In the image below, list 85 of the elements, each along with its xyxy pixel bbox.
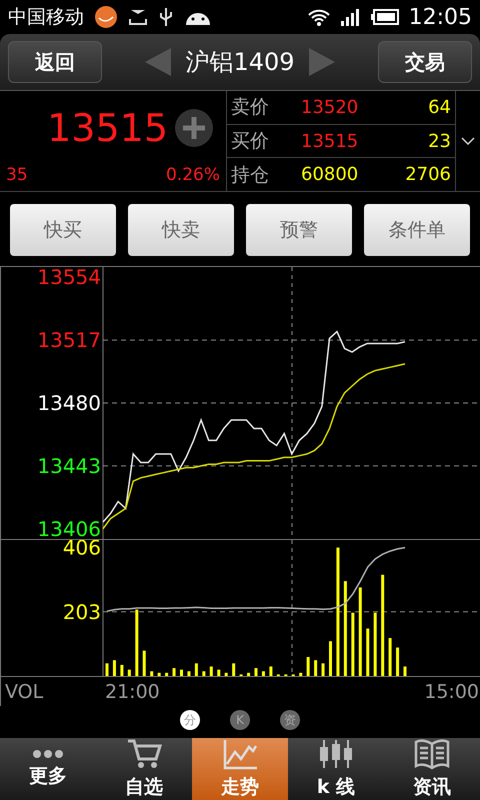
change-percent: 0.26% <box>166 165 220 185</box>
quote-amount: 23 <box>427 130 451 152</box>
volume-bar <box>194 663 198 676</box>
quote-label: 持仓 <box>231 162 270 188</box>
app-icon <box>94 5 118 29</box>
carrier-name: 中国移动 <box>8 5 84 30</box>
volume-bar <box>158 672 161 676</box>
line-chart-icon <box>222 738 258 770</box>
quote-value: 13515 <box>301 130 360 152</box>
volume-bar <box>299 672 302 676</box>
volume-bar <box>351 612 354 676</box>
action-button[interactable]: 快卖 <box>128 204 234 256</box>
contract-title: 沪铝1409 <box>185 47 295 78</box>
signal-icon <box>340 8 361 26</box>
volume-bar <box>172 668 176 676</box>
series-label: VOL <box>5 681 44 703</box>
volume-bar <box>232 663 236 676</box>
axis-label: 13480 <box>37 391 101 415</box>
volume-bar <box>374 612 377 676</box>
nav-tab[interactable]: k 线 <box>288 738 384 800</box>
chevron-down-icon[interactable] <box>461 137 475 145</box>
volume-bar <box>314 660 318 676</box>
volume-bar <box>269 666 272 676</box>
volume-bar <box>262 671 265 676</box>
more-icon <box>32 749 64 759</box>
add-icon[interactable] <box>174 108 214 148</box>
action-button[interactable]: 快买 <box>10 204 116 256</box>
volume-bar <box>180 670 183 676</box>
battery-icon <box>370 9 399 25</box>
volume-bar <box>254 668 258 676</box>
volume-bar <box>128 670 131 676</box>
volume-bar <box>142 650 146 676</box>
volume-bar <box>322 663 325 676</box>
quote-label: 买价 <box>231 129 270 154</box>
time-label: 21:00 <box>105 681 160 703</box>
volume-bar <box>247 672 250 676</box>
volume-bar <box>202 671 206 676</box>
volume-bar <box>388 638 392 676</box>
notification-icon <box>128 8 148 26</box>
quote-value: 60800 <box>301 164 360 186</box>
volume-bar <box>135 610 138 676</box>
volume-bar <box>404 666 406 676</box>
trade-button[interactable]: 交易 <box>378 41 472 83</box>
book-icon <box>414 738 450 770</box>
action-button[interactable]: 条件单 <box>364 204 470 256</box>
volume-bar <box>366 628 370 676</box>
nav-tab[interactable]: 更多 <box>0 738 96 800</box>
usb-icon <box>158 7 174 27</box>
cart-icon <box>126 738 162 770</box>
wifi-icon <box>306 7 331 27</box>
axis-label: 13406 <box>37 516 101 539</box>
volume-bar <box>150 671 154 676</box>
volume-bar <box>112 660 116 676</box>
last-price: 13515 <box>47 106 168 150</box>
volume-bar <box>165 672 168 676</box>
quote-label: 卖价 <box>231 95 270 120</box>
page-indicator[interactable]: K <box>230 710 250 730</box>
axis-label: 406 <box>62 539 101 560</box>
back-button[interactable]: 返回 <box>8 41 102 83</box>
axis-label: 13517 <box>37 328 101 352</box>
action-button[interactable]: 预警 <box>246 204 352 256</box>
volume-bar <box>106 663 108 676</box>
nav-tab[interactable]: 资讯 <box>384 738 480 800</box>
price-change: 35 <box>6 165 28 185</box>
volume-bar <box>217 670 220 676</box>
nav-tab[interactable]: 走势 <box>192 738 288 800</box>
volume-bar <box>187 671 190 676</box>
volume-bar <box>329 641 332 676</box>
axis-label: 203 <box>62 600 101 624</box>
volume-bar <box>210 666 213 676</box>
quote-value: 13520 <box>301 96 360 118</box>
quote-amount: 64 <box>427 96 451 118</box>
candlestick-icon <box>318 738 354 770</box>
page-indicator[interactable]: 分 <box>180 710 200 730</box>
time-label: 15:00 <box>424 681 479 703</box>
volume-bar <box>120 664 124 676</box>
clock: 12:05 <box>408 4 472 30</box>
volume-bar <box>306 657 310 676</box>
nav-tab[interactable]: 自选 <box>96 738 192 800</box>
axis-label: 13443 <box>37 454 101 478</box>
axis-label: 13554 <box>37 267 101 290</box>
volume-bar <box>396 648 400 676</box>
page-indicator[interactable]: 资 <box>280 710 300 730</box>
volume-bar <box>224 672 228 676</box>
quote-amount: 2706 <box>404 164 451 186</box>
